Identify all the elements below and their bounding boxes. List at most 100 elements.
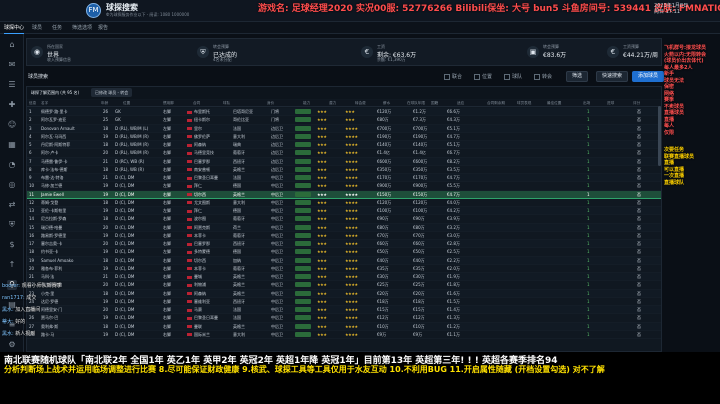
table-row[interactable]: 24 达尼·罗德 19 D (C), DM 右脚 塞维利亚 西班牙 中后卫 ★★★ ★★★★ €18… <box>27 298 661 306</box>
add-player-button[interactable]: 添加球员 <box>632 71 665 82</box>
player-name[interactable]: 佩德罗·路·里卡 <box>41 108 99 115</box>
table-row[interactable]: 26 贾马尔·巴 19 D (C), DM 右脚 巴黎圣日耳曼 法国 中后卫 ★★★ ★★★★ €1… <box>27 314 661 323</box>
calendar-icon[interactable]: ▦ <box>7 140 17 150</box>
tab-2[interactable]: 任务 <box>52 24 62 31</box>
column-header[interactable]: 国籍 <box>431 101 438 106</box>
player-name[interactable]: 马修·加兰德 <box>41 182 99 189</box>
checkbox-4[interactable]: 转会 <box>534 73 552 80</box>
checkbox-2[interactable]: 位置 <box>474 73 492 80</box>
player-club[interactable]: 多特蒙德 <box>187 248 231 255</box>
player-name[interactable]: 阿尔瓦罗·迪亚 <box>41 116 99 123</box>
player-club[interactable]: 国际米兰 <box>187 331 231 338</box>
player-club[interactable]: 巴黎圣日耳曼 <box>187 174 231 181</box>
filter-button[interactable]: 筛选 <box>566 71 589 82</box>
column-header[interactable]: 合同剩余期 <box>487 101 505 106</box>
info-card-0[interactable]: ◉ 所在国家 世界 收入预算信息 <box>31 43 121 63</box>
player-club[interactable]: 阿森纳 <box>187 141 231 148</box>
player-name[interactable]: 雅各布·菲利 <box>41 265 99 272</box>
dynamics-icon[interactable]: ☺ <box>7 120 17 130</box>
table-row[interactable]: 28 路卡·马 19 D (C), DM 右脚 国际米兰 意大利 中后卫 ★★★ ★★★★ €9万 €… <box>27 331 661 339</box>
table-row[interactable]: 27 奥利弗·斯 18 D (C), DM 右脚 曼联 英格兰 中后卫 ★★★ ★★★★ €10万 €… <box>27 322 661 331</box>
column-header[interactable]: 球队 <box>223 101 230 106</box>
player-club[interactable]: 本菲卡 <box>187 232 231 239</box>
table-row[interactable]: 2 阿尔瓦罗·迪亚 25 GK 左脚 纽卡斯尔 哥伦比亚 门将 ★★★ ★★★ €80万 €7.3万 €… <box>27 116 661 125</box>
player-club[interactable]: 南安普顿 <box>187 166 231 173</box>
table-row[interactable]: 6 阿尔·卢卡 20 D (RL), WB/M (R) 右脚 马德里竞技 葡萄牙 边后卫 ★★★… <box>27 149 661 158</box>
table-row[interactable]: 25 阿德里安·门 20 D (C), DM 右脚 马赛 法国 中后卫 ★★★ ★★★★ €15万 €… <box>27 306 661 315</box>
player-club[interactable]: 巴塞罗那 <box>187 240 231 247</box>
player-name[interactable]: 丹尼斯·阿斯特菲 <box>41 141 99 148</box>
player-name[interactable]: 瑞贝德·哈曼 <box>41 224 99 231</box>
player-club[interactable]: 拜仁 <box>187 182 231 189</box>
table-row[interactable]: 14 尼古拉斯·罗森 18 D (C), DM 右脚 波尔图 葡萄牙 中后卫 ★★★ ★★★★ €9… <box>27 215 661 224</box>
player-name[interactable]: 阿尔·卢卡 <box>41 149 99 156</box>
player-club[interactable]: 塞维利亚 <box>187 298 231 305</box>
table-row[interactable]: 7 马德雷·鲁伊·卡 21 D (RC), WB (R) 右脚 巴塞罗那 西班牙 边后卫 ★★★… <box>27 157 661 166</box>
column-header[interactable]: 名字 <box>41 101 48 106</box>
player-name[interactable]: Samuel Amoako <box>41 257 99 264</box>
player-name[interactable]: 马德雷·鲁伊·卡 <box>41 158 99 165</box>
column-header[interactable]: 出场 <box>583 101 590 106</box>
player-club[interactable]: 波尔图 <box>187 215 231 222</box>
player-club[interactable]: 切尔西 <box>187 257 231 264</box>
column-header[interactable]: 能力 <box>303 101 310 106</box>
player-name[interactable]: 蒂姆·戈登 <box>41 199 99 206</box>
table-row[interactable]: 11 Jamie Ewell 19 D (C), DM 右脚 切尔西 英格兰 中后卫 ★★★ ★★… <box>27 190 661 199</box>
player-club[interactable]: 曼联 <box>187 323 231 330</box>
column-header[interactable]: 惯用脚 <box>163 101 174 106</box>
player-club[interactable]: 马赛 <box>187 306 231 313</box>
column-header[interactable]: 身价 <box>267 101 274 106</box>
player-name[interactable]: 约书亚·卡 <box>41 248 99 255</box>
player-club[interactable]: 佛罗伦萨 <box>187 133 231 140</box>
view-selector[interactable]: 已修改 球员 - 转会 <box>91 88 133 97</box>
table-row[interactable]: 18 约书亚·卡 19 D (C), DM 左脚 多特蒙德 德国 中后卫 ★★★ ★★★★ €50万… <box>27 248 661 257</box>
player-name[interactable]: 布雷·达·特洛 <box>41 174 99 181</box>
club-icon[interactable]: ⛨ <box>7 220 17 230</box>
checkbox-1[interactable]: 联合 <box>444 73 462 80</box>
table-row[interactable]: 8 库卡·法布·德斯 18 D (RL), WB (R) 右脚 南安普顿 英格兰 边后卫 ★★★… <box>27 166 661 174</box>
player-club[interactable]: 阿森纳 <box>187 290 231 297</box>
table-row[interactable]: 19 Samuel Amoako 18 D (C), DM 右脚 切尔西 加纳 中后卫 ★★★ ★… <box>27 256 661 265</box>
inbox-icon[interactable]: ✉ <box>7 60 17 70</box>
column-header[interactable]: 薪水 <box>383 101 390 106</box>
table-row[interactable]: 21 马科·法 21 D (C), DM 右脚 曼城 英格兰 中后卫 ★★★ ★★★★ €30万 €3… <box>27 273 661 282</box>
column-header[interactable]: 在球队年限 <box>407 101 425 106</box>
column-header[interactable]: 信息 <box>29 101 36 106</box>
player-name[interactable]: 路易斯·罗德里 <box>41 232 99 239</box>
squad-icon[interactable]: ☰ <box>7 80 17 90</box>
table-row[interactable]: 13 亚伦·卡斯帕里 19 D (C), DM 左脚 拜仁 德国 中后卫 ★★★ ★★★★ €100… <box>27 207 661 216</box>
home-icon[interactable]: ⌂ <box>7 40 17 50</box>
scrollbar[interactable] <box>658 106 661 166</box>
checkbox-3[interactable]: 球队 <box>504 73 522 80</box>
column-header[interactable]: 最佳位置 <box>547 101 561 106</box>
table-row[interactable]: 1 佩德罗·路·里卡 26 GK 右脚 布里斯托 巴塔哥尼亚 门将 ★★★ ★★★ €120万 €1.… <box>27 108 661 117</box>
player-club[interactable]: 利物浦 <box>187 281 231 288</box>
player-club[interactable]: 纽卡斯尔 <box>187 116 231 123</box>
player-club[interactable]: 切尔西 <box>187 191 231 198</box>
column-header[interactable]: 适应 <box>457 101 464 106</box>
analysis-icon[interactable]: ◔ <box>7 160 17 170</box>
column-header[interactable]: 潜力 <box>329 101 336 106</box>
table-row[interactable]: 5 丹尼斯·阿斯特菲 18 D (RL), WB/M (R) 右脚 阿森纳 瑞典 边后卫 ★★★… <box>27 141 661 150</box>
player-club[interactable]: 拜仁 <box>187 207 231 214</box>
player-club[interactable]: 尤文图斯 <box>187 199 231 206</box>
tab-4[interactable]: 报告 <box>98 24 108 31</box>
game-date[interactable]: 2023年1月8日 周日 17:11 <box>654 3 688 15</box>
player-club[interactable]: 阿贾克斯 <box>187 224 231 231</box>
table-row[interactable]: 4 阿尔瓦·马玛西 19 D (RL), WB/M (R) 右脚 佛罗伦萨 意大利 边后卫 ★★… <box>27 133 661 141</box>
club-logo[interactable]: FM <box>86 3 101 18</box>
player-club[interactable]: 布里斯托 <box>187 108 231 115</box>
info-card-3[interactable]: ▣ 转会预算 €83.6万 <box>527 43 617 63</box>
player-club[interactable]: 本菲卡 <box>187 265 231 272</box>
table-row[interactable]: 20 雅各布·菲利 19 D (C), DM 右脚 本菲卡 葡萄牙 中后卫 ★★★ ★★★★ €35… <box>27 265 661 273</box>
player-name[interactable]: 塞尔吉奥·卡 <box>41 240 99 247</box>
table-row[interactable]: 9 布雷·达·特洛 21 D (C), DM 右脚 巴黎圣日耳曼 法国 中后卫 ★★★ ★★★★ €… <box>27 174 661 183</box>
tab-0[interactable]: 球探中心 <box>4 24 25 34</box>
column-header[interactable]: 球员表现 <box>517 101 531 106</box>
column-header[interactable]: 合同 <box>193 101 200 106</box>
tab-1[interactable]: 球员 <box>32 24 42 31</box>
tactics-icon[interactable]: ✚ <box>7 100 17 110</box>
column-header[interactable]: 评分 <box>633 101 640 106</box>
player-club[interactable]: 里尔 <box>187 125 231 132</box>
table-row[interactable]: 16 路易斯·罗德里 19 D (C), DM 右脚 本菲卡 葡萄牙 中后卫 ★★★ ★★★★ €7… <box>27 232 661 240</box>
